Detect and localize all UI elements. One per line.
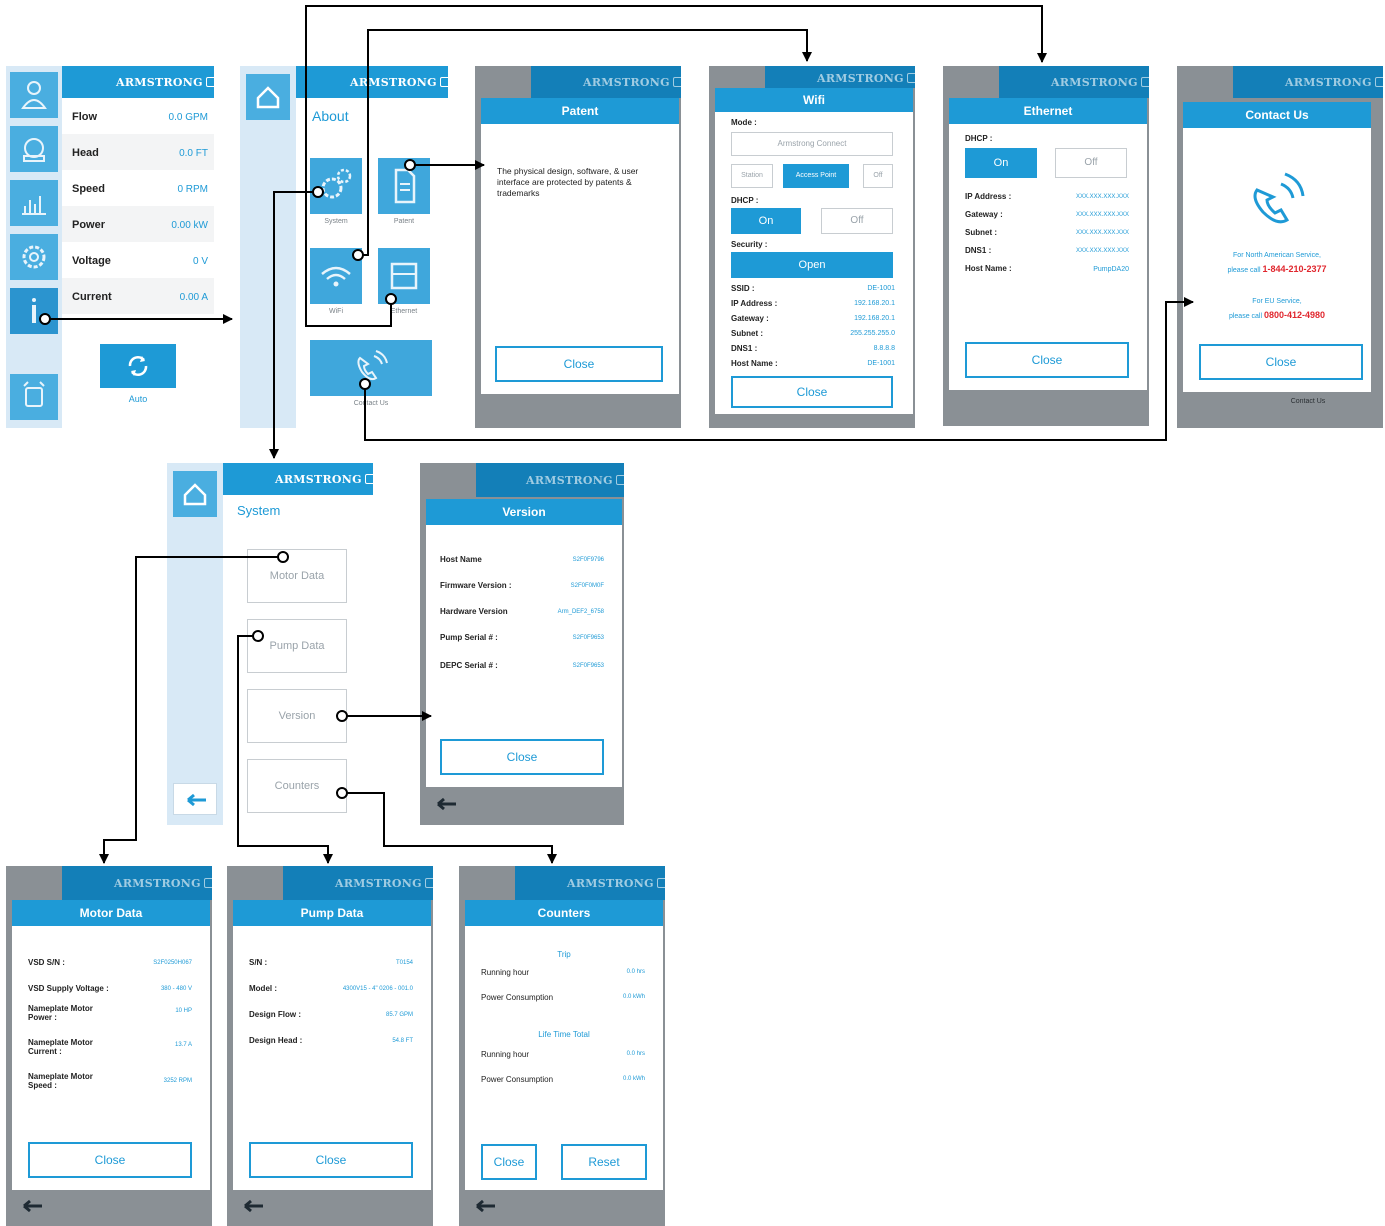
arrow-system-to-motor [99, 556, 283, 864]
flow-dot [252, 630, 264, 642]
flow-dot [404, 159, 416, 171]
arrow-about-to-wifi [358, 29, 812, 256]
flow-dot [39, 313, 51, 325]
flow-dot [336, 710, 348, 722]
flow-dot [352, 249, 364, 261]
flow-dot [277, 551, 289, 563]
arrow-system-to-pump [237, 635, 333, 864]
flow-dot [336, 787, 348, 799]
arrow-system-to-counters [342, 792, 557, 864]
arrow-about-to-contact [364, 297, 1194, 441]
flow-dot [385, 293, 397, 305]
navigation-flow-arrows [39, 5, 1194, 864]
flow-dot [312, 186, 324, 198]
flow-dot [359, 378, 371, 390]
